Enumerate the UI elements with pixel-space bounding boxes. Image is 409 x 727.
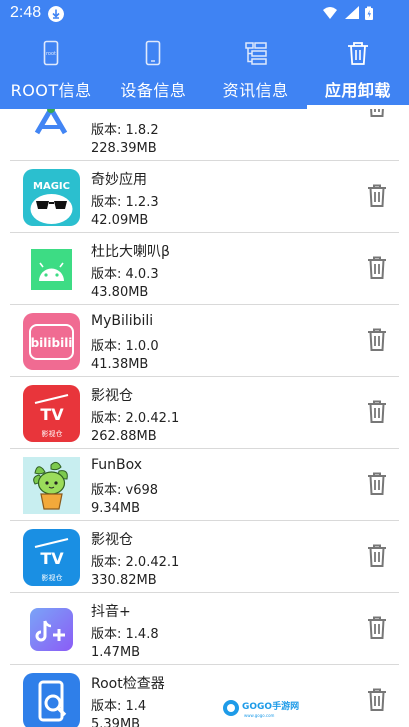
tab-device-info-label: 设备信息 <box>120 81 187 100</box>
android-default-icon <box>23 241 80 298</box>
svg-text:root: root <box>46 51 56 57</box>
wifi-icon <box>323 7 337 19</box>
app-header: 2:48 root ROOT信息 设备信息 资讯信息 应用卸载 <box>0 0 409 109</box>
app-name: MyBilibili <box>91 313 154 329</box>
delete-icon[interactable] <box>366 615 388 641</box>
svg-text:TV: TV <box>40 405 64 424</box>
tv-red-icon: TV 影视仓 <box>23 385 80 442</box>
douyin-plus-icon <box>23 601 80 658</box>
gogo-watermark-logo: GOGO手游网 www.gogo.com <box>223 700 299 718</box>
tab-app-uninstall[interactable]: 应用卸载 <box>306 32 409 109</box>
list-item[interactable]: bilibili MyBilibili 版本: 1.0.0 41.38MB <box>10 305 399 377</box>
app-name: 奇妙应用 <box>91 172 147 188</box>
app-name: 杜比大喇叭β <box>91 244 170 260</box>
app-list[interactable]: 版本: 1.8.2 228.39MB MAGIC 奇妙应用 版本: 1.2.3 … <box>0 109 409 727</box>
svg-text:MAGIC: MAGIC <box>33 181 70 192</box>
app-size: 1.47MB <box>91 645 141 660</box>
app-name: Root检查器 <box>91 676 165 692</box>
list-item[interactable]: 抖音+ 版本: 1.4.8 1.47MB <box>10 593 399 665</box>
status-time: 2:48 <box>10 4 42 21</box>
app-version: 版本: 1.2.3 <box>91 195 159 210</box>
app-size: 228.39MB <box>91 141 157 156</box>
list-item[interactable]: 版本: 1.8.2 228.39MB <box>10 109 399 161</box>
status-bar: 2:48 <box>0 0 409 26</box>
app-version: 版本: 2.0.42.1 <box>91 555 180 570</box>
tab-root-info[interactable]: root ROOT信息 <box>0 32 102 109</box>
tab-news-info[interactable]: 资讯信息 <box>205 32 307 109</box>
list-item[interactable]: FunBox 版本: v698 9.34MB <box>10 449 399 521</box>
tab-root-info-label: ROOT信息 <box>10 81 92 100</box>
app-size: 330.82MB <box>91 573 157 588</box>
tab-app-uninstall-label: 应用卸载 <box>324 81 391 100</box>
app-version: 版本: 1.0.0 <box>91 339 159 354</box>
app-name: 影视仓 <box>91 532 133 548</box>
svg-text:GOGO手游网: GOGO手游网 <box>242 700 299 712</box>
list-item[interactable]: TV 影视仓 影视仓 版本: 2.0.42.1 262.88MB <box>10 377 399 449</box>
app-version: 版本: v698 <box>91 483 159 498</box>
svg-text:www.gogo.com: www.gogo.com <box>244 713 275 718</box>
app-size: 262.88MB <box>91 429 157 444</box>
phone-root-icon: root <box>43 40 59 66</box>
download-notification-icon <box>48 6 64 22</box>
delete-icon[interactable] <box>366 471 388 497</box>
app-version: 版本: 4.0.3 <box>91 267 159 282</box>
delete-icon[interactable] <box>366 327 388 353</box>
list-item[interactable]: 杜比大喇叭β 版本: 4.0.3 43.80MB <box>10 233 399 305</box>
delete-icon[interactable] <box>366 543 388 569</box>
app-size: 9.34MB <box>91 501 141 516</box>
tab-device-info[interactable]: 设备信息 <box>102 32 204 109</box>
svg-text:影视仓: 影视仓 <box>42 573 63 582</box>
root-checker-icon <box>23 673 80 727</box>
magic-app-icon: MAGIC <box>23 169 80 226</box>
app-version: 版本: 2.0.42.1 <box>91 411 180 426</box>
svg-text:影视仓: 影视仓 <box>42 429 63 438</box>
tab-news-info-label: 资讯信息 <box>222 81 289 100</box>
tab-bar: root ROOT信息 设备信息 资讯信息 应用卸载 <box>0 32 409 109</box>
tv-blue-icon: TV 影视仓 <box>23 529 80 586</box>
app-name: 抖音+ <box>91 604 131 620</box>
android-studio-icon <box>23 109 80 152</box>
app-size: 41.38MB <box>91 357 149 372</box>
app-version: 版本: 1.8.2 <box>91 123 159 138</box>
app-version: 版本: 1.4.8 <box>91 627 159 642</box>
app-size: 43.80MB <box>91 285 149 300</box>
list-item[interactable]: TV 影视仓 影视仓 版本: 2.0.42.1 330.82MB <box>10 521 399 593</box>
delete-icon[interactable] <box>366 183 388 209</box>
list-item[interactable]: Root检查器 版本: 1.4 5.39MB <box>10 665 399 727</box>
delete-icon[interactable] <box>366 109 388 119</box>
svg-text:bilibili: bilibili <box>31 336 73 350</box>
app-version: 版本: 1.4 <box>91 699 147 714</box>
app-name: FunBox <box>91 457 143 473</box>
app-size: 5.39MB <box>91 717 141 727</box>
list-item[interactable]: MAGIC 奇妙应用 版本: 1.2.3 42.09MB <box>10 161 399 233</box>
delete-icon[interactable] <box>366 399 388 425</box>
app-size: 42.09MB <box>91 213 149 228</box>
cellular-signal-icon <box>345 6 359 19</box>
trash-icon <box>347 42 368 65</box>
status-icons <box>321 5 387 25</box>
battery-icon <box>365 6 373 20</box>
svg-text:TV: TV <box>40 549 64 568</box>
app-name: 影视仓 <box>91 388 133 404</box>
bilibili-icon: bilibili <box>23 313 80 370</box>
delete-icon[interactable] <box>366 687 388 713</box>
phone-icon <box>146 40 161 66</box>
plant-icon <box>23 457 80 514</box>
delete-icon[interactable] <box>366 255 388 281</box>
news-icon <box>244 42 267 65</box>
